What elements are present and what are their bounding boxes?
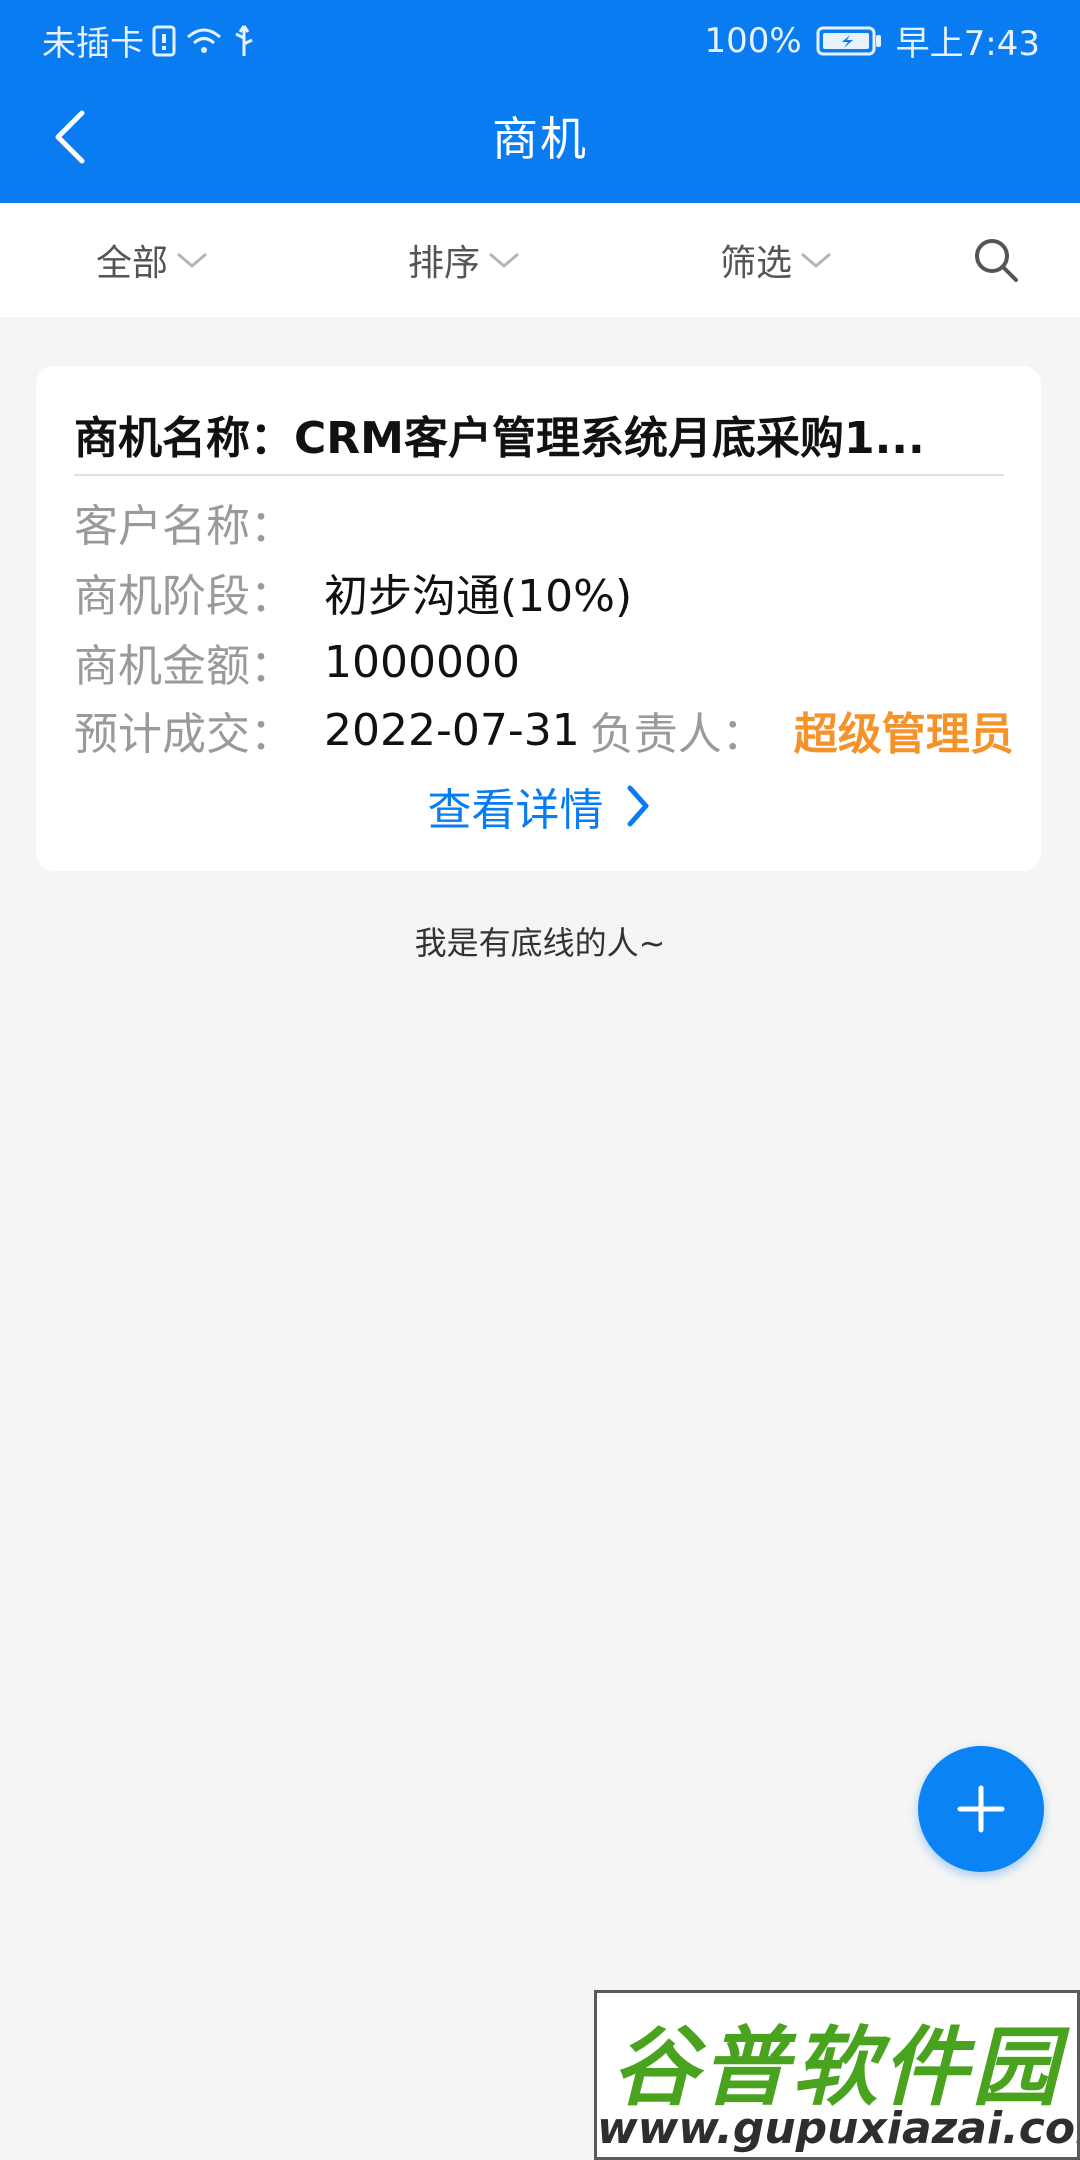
opportunity-name-label: 商机名称： bbox=[74, 413, 294, 458]
back-icon bbox=[55, 110, 85, 164]
status-left: 未插卡 bbox=[42, 16, 256, 65]
amount-row: 商机金额： 1000000 bbox=[74, 634, 520, 693]
view-details-label: 查看详情 bbox=[427, 785, 604, 836]
deal-date-label: 预计成交： bbox=[74, 709, 294, 760]
nav-bar: 商机 bbox=[0, 75, 1080, 203]
status-right: 100% 早上7:43 bbox=[704, 16, 1040, 65]
view-details-link[interactable]: 查看详情 bbox=[36, 776, 1041, 836]
page-title: 商机 bbox=[492, 112, 588, 166]
sort-dropdown[interactable]: 排序 bbox=[408, 203, 520, 317]
end-of-list-text: 我是有底线的人~ bbox=[414, 924, 666, 962]
filter-all-label: 全部 bbox=[96, 243, 169, 284]
stage-label: 商机阶段： bbox=[74, 571, 294, 622]
deal-row: 预计成交： 2022-07-31 负责人： 超级管理员 bbox=[74, 702, 1014, 761]
battery-percent: 100% bbox=[704, 20, 802, 61]
opportunity-name-value: CRM客户管理系统月底采购1... bbox=[294, 413, 925, 458]
card-title: 商机名称： CRM客户管理系统月底采购1... bbox=[74, 402, 1004, 458]
chevron-down-icon bbox=[801, 252, 831, 268]
chevron-down-icon bbox=[489, 252, 519, 268]
watermark-url: www.gupuxiazai.com bbox=[597, 2103, 1080, 2154]
sim-icon bbox=[152, 25, 176, 57]
amount-label: 商机金额： bbox=[74, 641, 294, 692]
add-opportunity-button[interactable] bbox=[918, 1746, 1044, 1872]
usb-icon bbox=[232, 24, 256, 58]
search-icon bbox=[975, 239, 1018, 282]
carrier-text: 未插卡 bbox=[42, 24, 144, 64]
stage-value: 初步沟通(10%) bbox=[324, 571, 633, 622]
customer-row: 客户名称： bbox=[74, 494, 324, 552]
filter-dropdown[interactable]: 筛选 bbox=[720, 203, 832, 317]
owner-value: 超级管理员 bbox=[793, 709, 1014, 760]
search-button[interactable] bbox=[972, 236, 1020, 284]
sort-label: 排序 bbox=[408, 243, 481, 284]
watermark-logo: 谷普软件园 www.gupuxiazai.com bbox=[594, 1990, 1080, 2160]
back-button[interactable] bbox=[40, 105, 100, 169]
card-divider bbox=[74, 474, 1004, 476]
filter-label: 筛选 bbox=[720, 243, 793, 284]
opportunity-card[interactable]: 商机名称： CRM客户管理系统月底采购1... 客户名称： 商机阶段： 初步沟通… bbox=[36, 366, 1041, 871]
battery-icon bbox=[816, 25, 882, 57]
amount-value: 1000000 bbox=[324, 636, 520, 688]
customer-label: 客户名称： bbox=[74, 501, 294, 552]
status-time: 早上7:43 bbox=[895, 24, 1040, 64]
status-bar: 未插卡 100% 早上7:43 bbox=[0, 0, 1080, 75]
chevron-down-icon bbox=[177, 252, 207, 268]
chevron-right-icon bbox=[627, 785, 648, 827]
owner-label: 负责人： bbox=[589, 709, 766, 760]
plus-icon bbox=[957, 1785, 1005, 1833]
deal-date-value: 2022-07-31 bbox=[324, 704, 580, 756]
filter-all-dropdown[interactable]: 全部 bbox=[96, 203, 208, 317]
filter-bar: 全部 排序 筛选 bbox=[0, 203, 1080, 317]
stage-row: 商机阶段： 初步沟通(10%) bbox=[74, 564, 632, 622]
wifi-icon bbox=[184, 25, 224, 57]
